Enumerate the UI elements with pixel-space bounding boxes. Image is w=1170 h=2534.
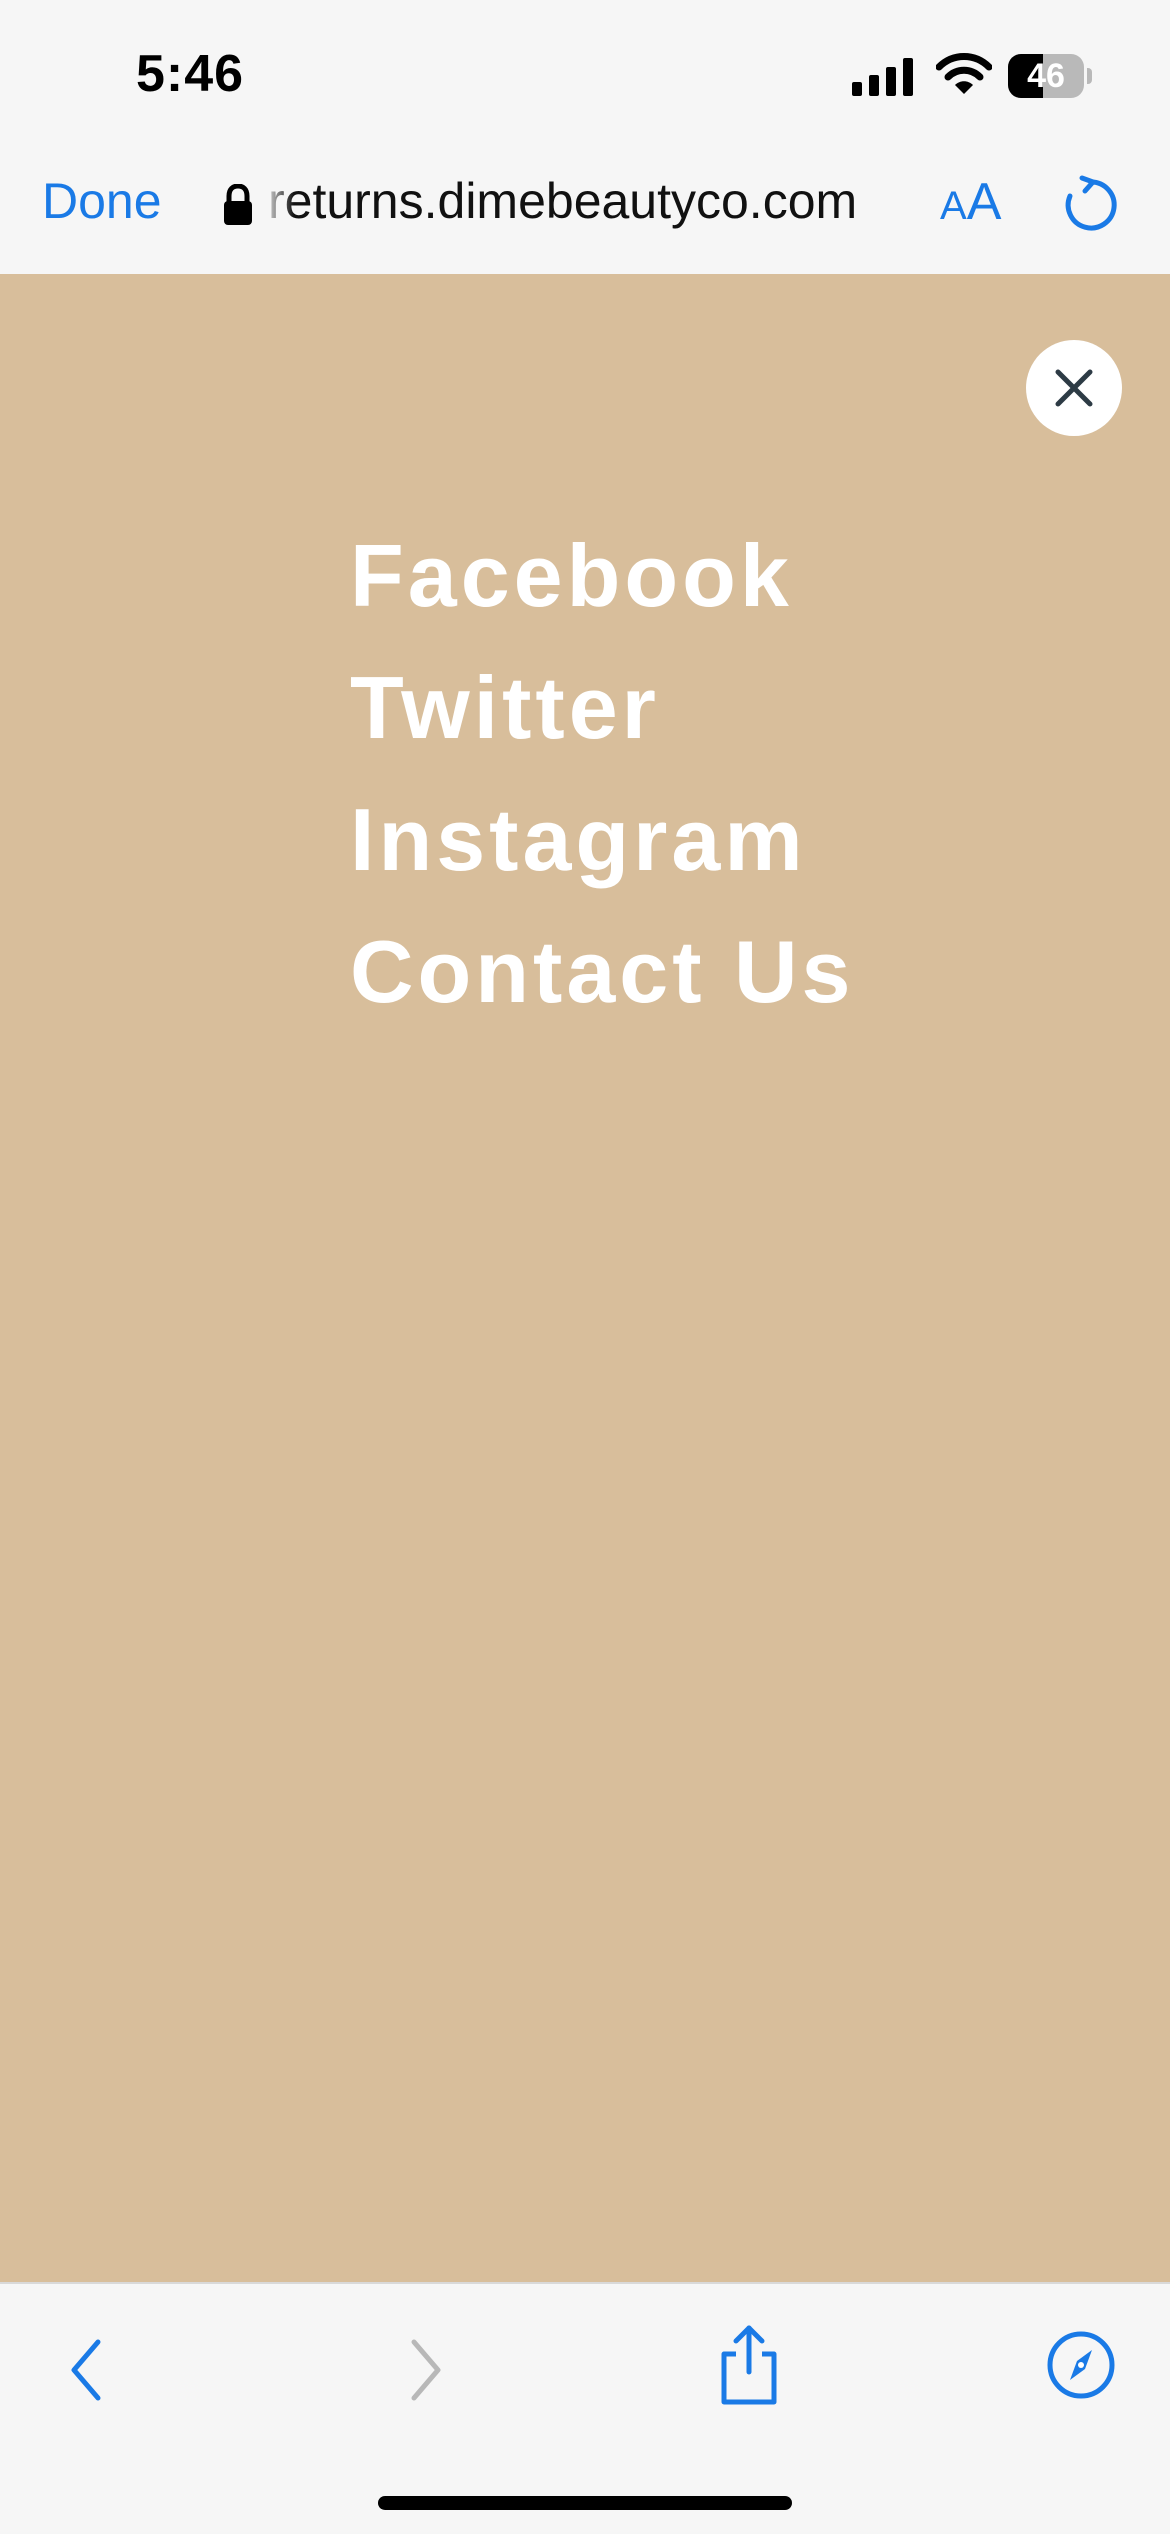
- battery-icon: 46: [1008, 54, 1092, 98]
- share-icon[interactable]: [716, 2324, 782, 2408]
- url-address-text[interactable]: returns.dimebeautyco.com: [268, 172, 896, 230]
- back-chevron-icon[interactable]: [64, 2334, 112, 2406]
- text-size-small-letter: A: [940, 184, 967, 228]
- home-indicator: [378, 2496, 792, 2510]
- forward-chevron-icon[interactable]: [400, 2334, 448, 2406]
- battery-body: 46: [1008, 54, 1084, 98]
- wifi-icon: [936, 53, 992, 94]
- menu-overlay: Facebook Twitter Instagram Contact Us: [0, 274, 1170, 2282]
- browser-header: Done returns.dimebeautyco.com AA: [0, 150, 1170, 276]
- close-icon: [1055, 369, 1093, 407]
- url-fade-overlay: [262, 170, 294, 240]
- status-bar: 5:46 46: [0, 0, 1170, 150]
- bottom-browser-toolbar: [0, 2282, 1170, 2534]
- text-size-button[interactable]: AA: [940, 172, 1001, 242]
- text-size-large-letter: A: [966, 173, 1002, 231]
- menu-item-facebook[interactable]: Facebook: [350, 510, 855, 642]
- reload-icon[interactable]: [1060, 174, 1122, 236]
- menu-item-twitter[interactable]: Twitter: [350, 642, 855, 774]
- done-button[interactable]: Done: [42, 172, 162, 230]
- compass-icon[interactable]: [1046, 2330, 1116, 2400]
- menu-item-contact-us[interactable]: Contact Us: [350, 906, 855, 1038]
- menu-item-instagram[interactable]: Instagram: [350, 774, 855, 906]
- lock-icon: [224, 184, 252, 225]
- close-menu-button[interactable]: [1026, 340, 1122, 436]
- battery-percentage: 46: [1027, 57, 1065, 95]
- status-time: 5:46: [136, 45, 245, 103]
- cellular-signal-icon: [852, 58, 913, 96]
- battery-cap: [1087, 68, 1092, 84]
- social-menu-list: Facebook Twitter Instagram Contact Us: [350, 510, 855, 1038]
